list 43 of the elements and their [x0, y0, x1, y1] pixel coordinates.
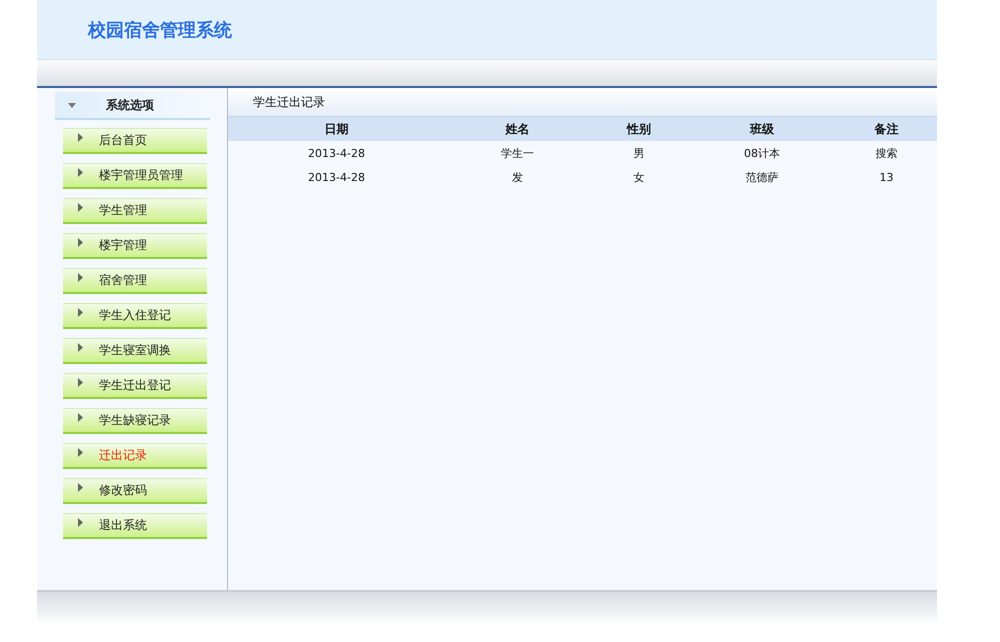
sidebar-item[interactable]: 宿舍管理 [63, 268, 207, 294]
table-cell-text: 学生一 [500, 146, 535, 160]
column-header: 班级 [748, 120, 775, 138]
sidebar-item[interactable]: 迁出记录 [63, 443, 207, 469]
triangle-icon [78, 483, 83, 492]
caret-icon [68, 102, 76, 108]
table-cell-text: 搜索 [874, 146, 898, 160]
sidebar-item[interactable]: 学生入住登记 [63, 303, 207, 329]
sidebar-title: 系统选项 [106, 96, 154, 114]
table-cell-text: 13 [878, 170, 894, 184]
sidebar-item[interactable]: 修改密码 [63, 478, 207, 504]
triangle-icon [78, 273, 83, 282]
sidebar-item[interactable]: 学生迁出登记 [63, 373, 207, 399]
sidebar-item[interactable]: 退出系统 [63, 513, 207, 539]
triangle-icon [78, 413, 83, 422]
sidebar-item[interactable]: 学生管理 [63, 198, 207, 224]
triangle-icon [78, 238, 83, 247]
triangle-icon [78, 518, 83, 527]
table-cell-text: 2013-4-28 [307, 170, 366, 184]
table-cell-text: 发 [511, 170, 524, 184]
triangle-icon [78, 133, 83, 142]
column-header: 姓名 [504, 120, 530, 138]
table-cell-text: 08计本 [743, 146, 781, 160]
column-header: 性别 [626, 120, 652, 138]
triangle-icon [78, 343, 83, 352]
sidebar-item[interactable]: 楼宇管理 [63, 233, 207, 259]
triangle-icon [78, 378, 83, 387]
triangle-icon [78, 168, 83, 177]
sidebar-item[interactable]: 楼宇管理员管理 [63, 163, 207, 189]
triangle-icon [78, 308, 83, 317]
triangle-icon [78, 448, 83, 457]
sidebar-item[interactable]: 学生寝室调换 [63, 338, 207, 364]
column-header: 备注 [874, 120, 900, 138]
content-title: 学生迁出记录 [253, 94, 325, 110]
table-cell-text: 范德萨 [744, 170, 780, 184]
column-header: 日期 [324, 120, 350, 138]
table-cell-text: 男 [632, 146, 646, 160]
triangle-icon [78, 203, 83, 212]
table-cell-text: 女 [632, 170, 646, 184]
sidebar-item[interactable]: 学生缺寝记录 [63, 408, 207, 434]
table-cell-text: 2013-4-28 [307, 146, 366, 160]
system-title: 校园宿舍管理系统 [88, 18, 232, 42]
sidebar-item[interactable]: 后台首页 [63, 128, 207, 154]
